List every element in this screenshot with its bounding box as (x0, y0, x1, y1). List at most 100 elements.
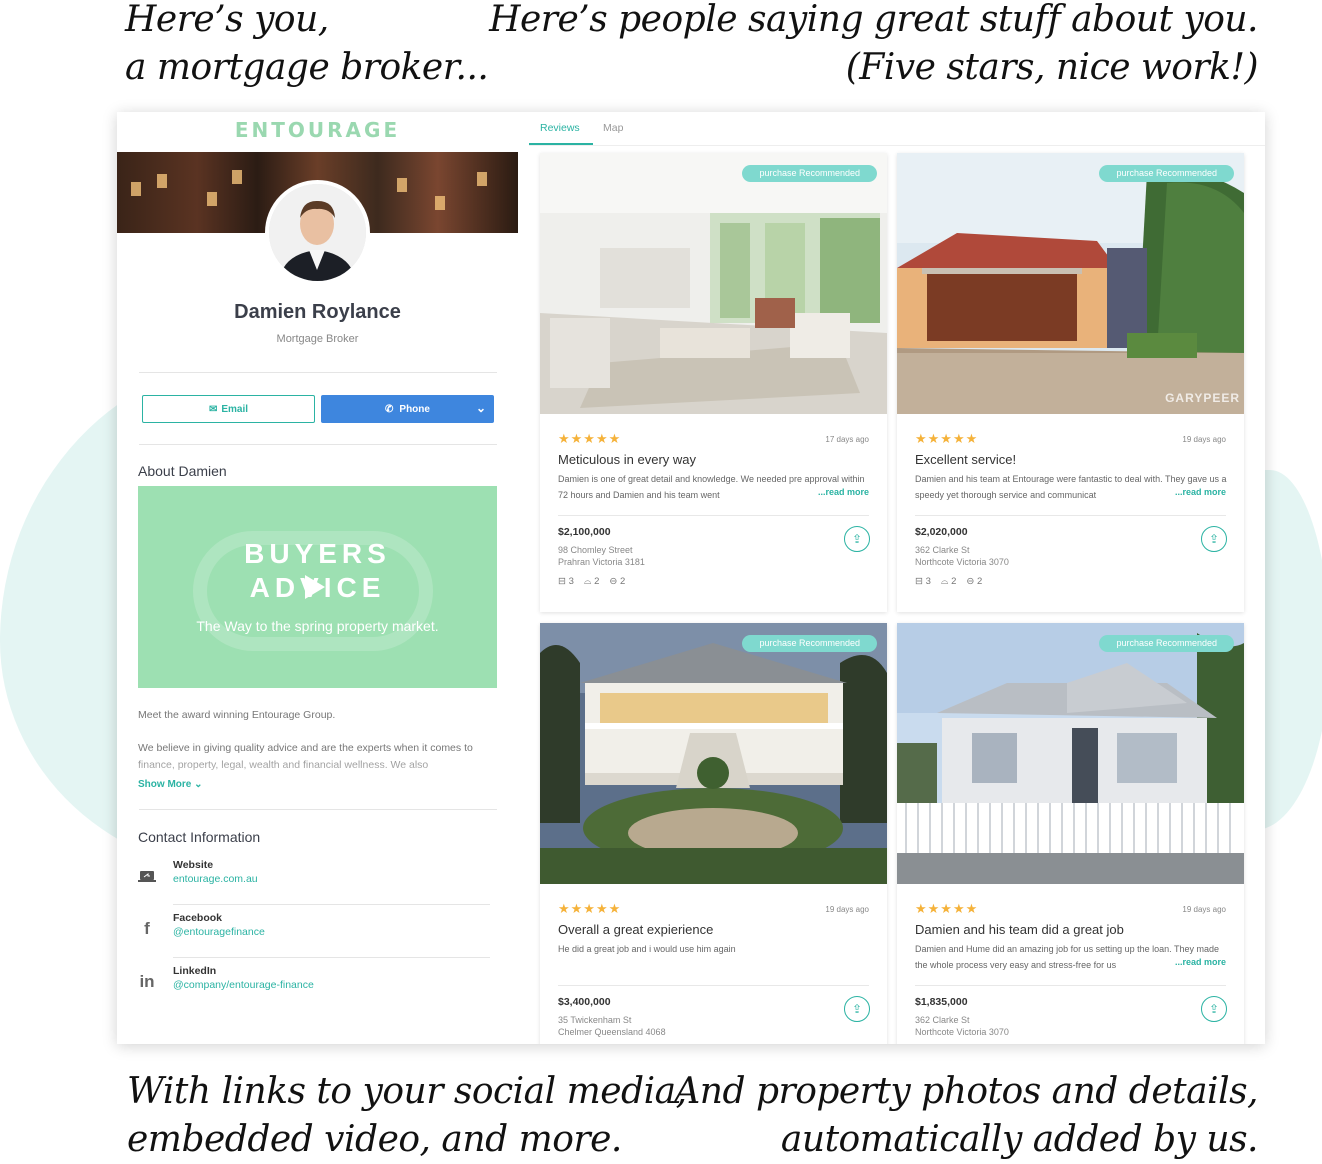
review-card[interactable]: purchase Recommended ★★★★★ 19 days ago O… (540, 623, 887, 1044)
tab-map[interactable]: Map (603, 122, 623, 134)
review-body: He did a great job and i would use him a… (558, 944, 736, 954)
review-date: 19 days ago (825, 905, 869, 914)
property-street: 362 Clarke St (915, 1015, 970, 1025)
play-icon[interactable] (305, 575, 325, 599)
star-rating: ★★★★★ (558, 901, 622, 916)
property-suburb: Chelmer Queensland 4068 (558, 1027, 666, 1037)
contact-website[interactable]: Website entourage.com.au (138, 853, 490, 905)
share-icon[interactable]: ⇪ (1201, 996, 1227, 1022)
contact-value[interactable]: @company/entourage-finance (173, 979, 314, 991)
bath-feature: ⌓ 2 (584, 576, 599, 587)
read-more-link[interactable]: ...read more (1160, 957, 1226, 967)
divider (173, 957, 490, 958)
divider (558, 985, 869, 986)
share-icon[interactable]: ⇪ (844, 526, 870, 552)
caption-bottom-left: With links to your social media, embedde… (127, 1068, 687, 1164)
chevron-down-icon: ⌄ (194, 779, 203, 790)
profile-name: Damien Roylance (234, 301, 401, 323)
property-photo[interactable]: purchase Recommended (897, 623, 1244, 884)
review-date: 17 days ago (825, 435, 869, 444)
video-title-line: BUYERS (244, 538, 391, 569)
contact-value[interactable]: entourage.com.au (173, 873, 258, 885)
property-suburb: Prahran Victoria 3181 (558, 557, 645, 567)
email-button[interactable]: ✉ Email (142, 395, 315, 423)
bath-icon: ⌓ (583, 576, 592, 587)
recommended-badge: purchase Recommended (742, 165, 877, 182)
share-icon[interactable]: ⇪ (844, 996, 870, 1022)
bed-count: 3 (925, 576, 931, 587)
entourage-logo[interactable]: ENTOURAGE (117, 118, 518, 142)
caption-bottom-right: And property photos and details, automat… (674, 1068, 1258, 1164)
property-street: 35 Twickenham St (558, 1015, 632, 1025)
divider (139, 809, 497, 810)
contact-linkedin[interactable]: in LinkedIn @company/entourage-finance (138, 959, 490, 1011)
review-date: 19 days ago (1182, 905, 1226, 914)
caption-top-left: Here’s you, a mortgage broker... (125, 0, 489, 92)
caption-line: Here’s people saying great stuff about y… (489, 0, 1258, 40)
bed-count: 3 (568, 576, 574, 587)
property-photo[interactable]: purchase Recommended GARYPEER (897, 153, 1244, 414)
profile-panel: ENTOURAGE Damien Roylance Mortgage Broke… (117, 112, 518, 1044)
caption-line: (Five stars, nice work!) (845, 47, 1259, 88)
share-icon[interactable]: ⇪ (1201, 526, 1227, 552)
bath-count: 2 (951, 576, 957, 587)
property-features: ⊟ 3 ⌓ 2 ⊖ 2 (558, 576, 625, 587)
divider (529, 145, 1265, 146)
review-card[interactable]: purchase Recommended ★★★★★ 17 days ago M… (540, 153, 887, 612)
divider (173, 904, 490, 905)
car-icon: ⊖ (609, 576, 618, 587)
car-count: 2 (619, 576, 626, 587)
contact-label: Website (173, 859, 214, 871)
bath-count: 2 (594, 576, 600, 587)
contact-value[interactable]: @entouragefinance (173, 926, 265, 938)
contact-label: Facebook (173, 912, 223, 924)
property-suburb: Northcote Victoria 3070 (915, 557, 1009, 567)
phone-button[interactable]: ✆ Phone ⌄ (321, 395, 494, 423)
embedded-video[interactable]: BUYERS ADVICE The Way to the spring prop… (138, 486, 497, 688)
recommended-badge: purchase Recommended (1099, 165, 1234, 182)
contact-heading: Contact Information (138, 829, 261, 845)
email-button-label: Email (221, 403, 249, 415)
review-title: Excellent service! (915, 452, 1017, 467)
avatar (265, 180, 370, 285)
review-title: Meticulous in every way (558, 452, 696, 467)
tab-bar: Reviews Map (529, 112, 1265, 146)
caption-line: And property photos and details, (674, 1071, 1258, 1112)
chevron-down-icon[interactable]: ⌄ (476, 401, 486, 415)
about-heading: About Damien (138, 463, 227, 479)
bed-feature: ⊟ 3 (915, 576, 931, 587)
caption-line: embedded video, and more. (127, 1119, 622, 1160)
property-suburb: Northcote Victoria 3070 (915, 1027, 1009, 1037)
property-photo[interactable]: purchase Recommended (540, 623, 887, 884)
caption-top-right: Here’s people saying great stuff about y… (489, 0, 1258, 92)
car-feature: ⊖ 2 (609, 576, 625, 587)
bath-icon: ⌓ (940, 576, 949, 587)
review-card[interactable]: purchase Recommended ★★★★★ 19 days ago D… (897, 623, 1244, 1044)
facebook-icon: f (144, 919, 150, 938)
divider (915, 985, 1226, 986)
envelope-icon: ✉ (208, 403, 218, 415)
bed-icon: ⊟ (915, 576, 923, 587)
show-more-link[interactable]: Show More ⌄ (138, 779, 203, 790)
divider (558, 515, 869, 516)
phone-icon: ✆ (385, 403, 394, 415)
recommended-badge: purchase Recommended (1099, 635, 1234, 652)
review-card[interactable]: purchase Recommended GARYPEER ★★★★★ 19 d… (897, 153, 1244, 612)
caption-line: automatically added by us. (780, 1119, 1259, 1160)
caption-line: a mortgage broker... (125, 47, 489, 88)
phone-button-label: Phone (399, 403, 430, 415)
property-price: $2,100,000 (558, 526, 611, 538)
property-street: 98 Chomley Street (558, 545, 633, 555)
property-photo[interactable]: purchase Recommended (540, 153, 887, 414)
contact-facebook[interactable]: f Facebook @entouragefinance (138, 906, 490, 958)
review-title: Damien and his team did a great job (915, 922, 1124, 937)
divider (915, 515, 1226, 516)
divider (139, 444, 497, 445)
tab-reviews[interactable]: Reviews (540, 122, 580, 134)
recommended-badge: purchase Recommended (742, 635, 877, 652)
star-rating: ★★★★★ (915, 901, 979, 916)
read-more-link[interactable]: ...read more (1160, 487, 1226, 497)
contact-label: LinkedIn (173, 965, 217, 977)
property-price: $1,835,000 (915, 996, 968, 1008)
read-more-link[interactable]: ...read more (803, 487, 869, 497)
